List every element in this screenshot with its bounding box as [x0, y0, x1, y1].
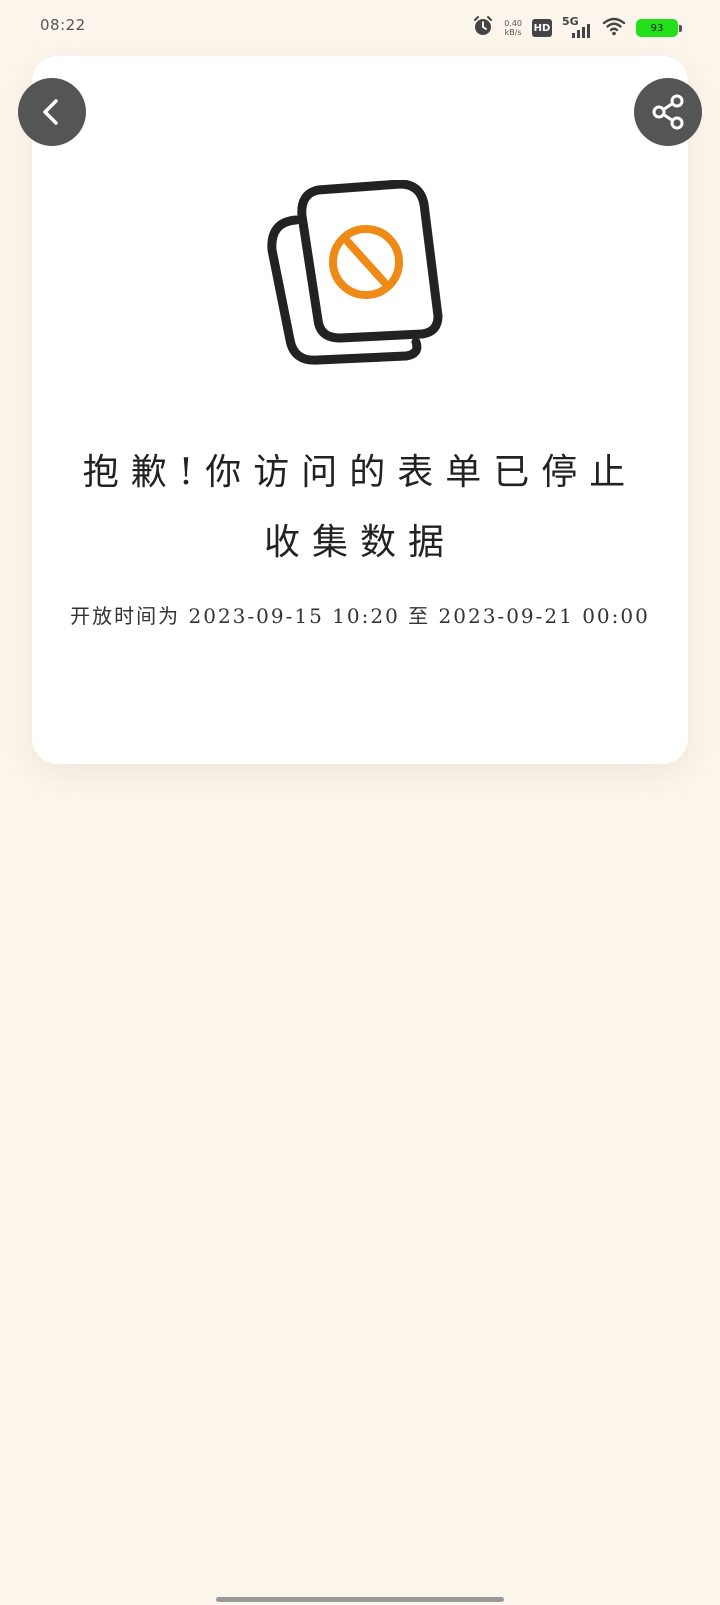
network-speed-value: 0.40	[504, 19, 522, 28]
status-bar: 08:22 0.40 kB/s HD 5G 93	[0, 0, 720, 56]
status-time: 08:22	[40, 16, 86, 34]
wifi-icon	[602, 16, 626, 40]
open-period-text: 开放时间为 2023-09-15 10:20 至 2023-09-21 00:0…	[70, 604, 650, 628]
hd-badge: HD	[532, 19, 552, 37]
form-closed-icon	[267, 179, 443, 365]
closed-message: 抱歉!你访问的表单已停止收集数据	[82, 452, 638, 563]
status-icons: 0.40 kB/s HD 5G 93	[472, 14, 682, 42]
back-button[interactable]	[18, 78, 86, 146]
network-speed-unit: kB/s	[504, 28, 522, 37]
form-closed-illustration	[260, 179, 460, 380]
battery-level: 93	[636, 19, 678, 37]
home-indicator[interactable]	[216, 1597, 504, 1602]
signal-5g-icon: 5G	[562, 15, 592, 39]
alarm-icon	[472, 15, 494, 41]
chevron-left-icon	[43, 99, 58, 125]
battery-tip	[679, 24, 682, 32]
share-icon	[652, 94, 684, 130]
share-button[interactable]	[634, 78, 702, 146]
network-speed: 0.40 kB/s	[504, 19, 522, 37]
battery-indicator: 93	[636, 19, 682, 37]
form-closed-card	[32, 56, 688, 764]
